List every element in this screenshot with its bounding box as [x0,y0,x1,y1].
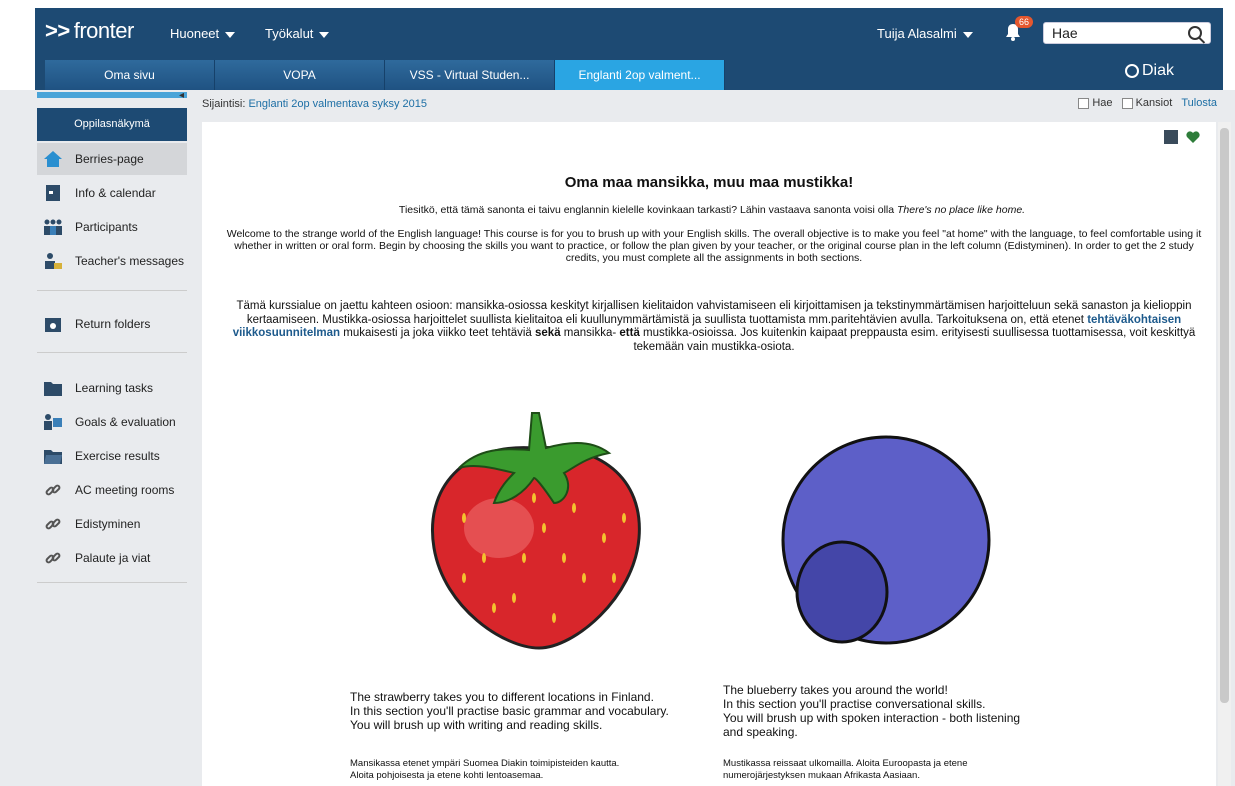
folders-checkbox[interactable] [1121,97,1133,109]
divider [37,352,187,353]
diak-logo-icon [1125,63,1139,78]
chevron-down-icon [225,31,236,38]
notification-badge[interactable]: 66 [1015,16,1034,28]
search-icon[interactable] [1188,26,1202,40]
header: >> fronter Huoneet Työkalut Tuija Alasalm… [35,8,1223,90]
search-checkbox[interactable] [1078,97,1090,109]
sidebar-item-participants[interactable]: Participants [37,211,187,243]
sidebar: ◂ Oppilasnäkymä Berries-page Info & cale… [35,90,191,786]
page-toolbar: Hae Kansiot Tulosta [1072,97,1217,109]
intro-finnish: Tiesitkö, että tämä sanonta ei taivu eng… [398,204,1026,216]
blueberry-caption-finnish: Mustikassa reissaat ulkomailla. Aloita E… [723,758,968,781]
strawberry-caption: The strawberry takes you to different lo… [350,690,669,732]
intro-english: Welcome to the strange world of the Engl… [226,228,1202,264]
sidebar-item-ac-meeting-rooms[interactable]: AC meeting rooms [37,474,187,506]
goals-icon [44,414,62,430]
blueberry-image[interactable] [780,434,992,646]
student-view-button[interactable]: Oppilasnäkymä [37,108,187,141]
sidebar-item-berries-page[interactable]: Berries-page [37,143,187,175]
sidebar-item-info-calendar[interactable]: Info & calendar [37,177,187,209]
tab-vss[interactable]: VSS - Virtual Studen... [385,60,555,90]
home-icon [44,151,62,167]
chevron-down-icon [319,31,330,38]
search-input[interactable]: Hae [1043,22,1211,44]
link-icon [45,552,61,564]
folder-icon [44,382,62,396]
link-icon [45,484,61,496]
breadcrumb: Sijaintisi: Englanti 2op valmentava syks… [202,98,428,110]
user-menu[interactable]: Tuija Alasalmi [877,26,973,41]
sidebar-item-edistyminen[interactable]: Edistyminen [37,508,187,540]
strawberry-image[interactable] [424,408,644,653]
sidebar-item-return-folders[interactable]: Return folders [37,308,187,340]
divider [37,290,187,291]
divider [37,582,187,583]
results-folder-icon [44,450,62,464]
tab-oma-sivu[interactable]: Oma sivu [45,60,215,90]
sidebar-item-learning-tasks[interactable]: Learning tasks [37,372,187,404]
sidebar-item-goals-evaluation[interactable]: Goals & evaluation [37,406,187,438]
sidebar-item-exercise-results[interactable]: Exercise results [37,440,187,472]
messages-icon [45,253,62,269]
scroll-thumb[interactable] [1220,128,1229,703]
content-panel: Oma maa mansikka, muu maa mustikka! Ties… [202,122,1216,786]
sidebar-item-palaute-ja-viat[interactable]: Palaute ja viat [37,542,187,574]
tab-englanti[interactable]: Englanti 2op valment... [555,60,725,90]
course-description: Tämä kurssialue on jaettu kahteen osioon… [232,300,1196,353]
rooms-menu[interactable]: Huoneet [170,26,236,41]
calendar-icon [46,185,60,201]
collapse-arrow-icon[interactable]: ◂ [179,90,184,101]
print-link[interactable]: Tulosta [1181,97,1217,109]
scrollbar[interactable] [1218,122,1231,786]
favorite-icon[interactable] [1186,130,1200,144]
blueberry-caption: The blueberry takes you around the world… [723,683,1021,739]
link-icon [45,518,61,530]
sidebar-item-teachers-messages[interactable]: Teacher's messages [37,245,187,277]
expand-icon[interactable] [1164,130,1178,144]
chevron-down-icon [962,31,973,38]
tools-menu[interactable]: Työkalut [265,26,330,41]
return-folder-icon [45,318,61,332]
fronter-logo[interactable]: >> fronter [45,18,134,44]
strawberry-caption-finnish: Mansikassa etenet ympäri Suomea Diakin t… [350,758,620,781]
people-icon [44,219,62,235]
sidebar-collapse-bar[interactable] [37,92,187,98]
tab-vopa[interactable]: VOPA [215,60,385,90]
breadcrumb-link[interactable]: Englanti 2op valmentava syksy 2015 [248,98,427,110]
diak-logo: Diak [1125,62,1174,80]
page-title: Oma maa mansikka, muu maa mustikka! [564,174,854,191]
